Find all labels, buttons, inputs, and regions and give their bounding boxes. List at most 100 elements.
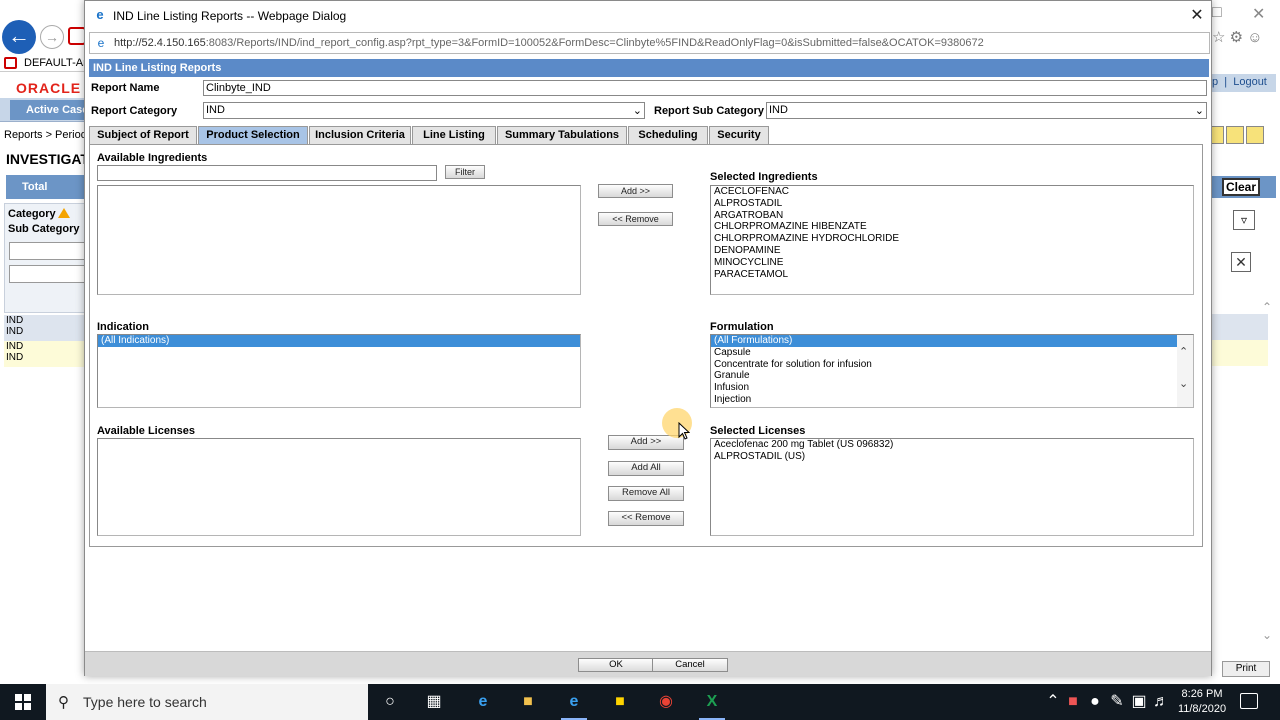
funnel-filter-icon[interactable]: ▿	[1233, 210, 1255, 230]
excel-icon[interactable]: X	[699, 690, 725, 720]
available-licenses-list[interactable]	[97, 438, 581, 536]
smiley-icon[interactable]: ☺	[1247, 29, 1262, 46]
print-button[interactable]: Print	[1222, 661, 1270, 677]
formulation-list[interactable]: (All Formulations) Capsule Concentrate f…	[710, 334, 1194, 408]
selected-licenses-label: Selected Licenses	[710, 425, 806, 437]
list-item[interactable]: CHLORPROMAZINE HYDROCHLORIDE	[711, 233, 1193, 245]
cortana-icon[interactable]: ○	[377, 690, 403, 714]
clear-filter-x-icon[interactable]: ✕	[1231, 252, 1251, 272]
selected-ingredients-list[interactable]: ACECLOFENAC ALPROSTADIL ARGATROBAN CHLOR…	[710, 185, 1194, 295]
favorites-star-icon[interactable]: ☆	[1212, 29, 1225, 46]
scroll-down-icon[interactable]: ⌄	[1262, 628, 1272, 642]
list-item[interactable]: Concentrate for solution for infusion	[711, 359, 1193, 371]
chevron-up-icon[interactable]: ⌃	[1179, 345, 1188, 358]
chevron-down-icon[interactable]: ⌄	[1179, 377, 1188, 390]
selected-licenses-list[interactable]: Aceclofenac 200 mg Tablet (US 096832) AL…	[710, 438, 1194, 536]
list-item[interactable]: ARGATROBAN	[711, 210, 1193, 222]
filter-button[interactable]: Filter	[445, 165, 485, 179]
back-arrow-icon[interactable]: ←	[2, 20, 36, 54]
scroll-up-icon[interactable]: ⌃	[1262, 300, 1272, 314]
list-item[interactable]: CHLORPROMAZINE HIBENZATE	[711, 221, 1193, 233]
category-filter-input[interactable]	[9, 242, 87, 260]
list-item[interactable]: ACECLOFENAC	[711, 186, 1193, 198]
list-icon[interactable]	[1246, 126, 1264, 144]
warning-triangle-icon	[58, 208, 70, 218]
clock-date: 11/8/2020	[1177, 703, 1227, 715]
dialog-title: IND Line Listing Reports -- Webpage Dial…	[113, 9, 347, 23]
file-explorer-icon[interactable]: ■	[515, 690, 541, 714]
taskbar-clock[interactable]: 8:26 PM 11/8/2020	[1176, 687, 1228, 717]
list-item[interactable]: (All Formulations)	[711, 335, 1177, 347]
indication-label: Indication	[97, 321, 149, 333]
chrome-icon[interactable]: ◉	[653, 690, 679, 714]
formulation-scrollbar[interactable]: ⌃ ⌄	[1177, 335, 1193, 407]
settings-gear-icon[interactable]: ⚙	[1230, 29, 1243, 46]
remove-all-licenses-button[interactable]: Remove All	[608, 486, 684, 501]
report-subcategory-select[interactable]: IND ⌄	[766, 102, 1207, 119]
cancel-button[interactable]: Cancel	[652, 658, 728, 672]
ie-icon: e	[96, 7, 104, 22]
internet-explorer-icon[interactable]: e	[561, 690, 587, 720]
report-category-select[interactable]: IND ⌄	[203, 102, 645, 119]
list-item[interactable]: MINOCYCLINE	[711, 257, 1193, 269]
logout-link[interactable]: Logout	[1233, 76, 1267, 88]
browser-tab[interactable]: DEFAULT-Ar	[0, 54, 90, 72]
oracle-favicon-icon	[4, 57, 17, 69]
taskbar-search-box[interactable]: ⚲ Type here to search	[46, 684, 368, 720]
minimize-icon[interactable]: □	[1212, 4, 1222, 22]
ingredient-search-input[interactable]	[97, 165, 437, 181]
list-item[interactable]: Granule	[711, 370, 1193, 382]
dialog-titlebar: e IND Line Listing Reports -- Webpage Di…	[85, 1, 1211, 31]
remove-ingredient-button[interactable]: << Remove	[598, 212, 673, 226]
window-close-icon[interactable]: ✕	[1252, 4, 1265, 24]
ok-button[interactable]: OK	[578, 658, 654, 672]
list-item[interactable]: Capsule	[711, 347, 1193, 359]
list-item[interactable]: PARACETAMOL	[711, 269, 1193, 281]
chevron-down-icon: ⌄	[632, 105, 642, 117]
search-icon: ⚲	[58, 694, 69, 711]
tab-inclusion-criteria[interactable]: Inclusion Criteria	[309, 126, 411, 144]
browser-tab-title: DEFAULT-Ar	[24, 57, 87, 69]
taskbar-search-placeholder: Type here to search	[83, 694, 207, 710]
add-ingredient-button[interactable]: Add >>	[598, 184, 673, 198]
page-title: INVESTIGAT	[6, 151, 89, 167]
volume-icon[interactable]: ♬	[1148, 690, 1174, 714]
dialog-close-icon[interactable]: ✕	[1185, 5, 1209, 27]
list-item[interactable]: Injection	[711, 394, 1193, 406]
list-item[interactable]: ALPROSTADIL (US)	[711, 451, 1193, 463]
task-view-icon[interactable]: ▦	[421, 690, 447, 714]
tab-subject-of-report[interactable]: Subject of Report	[89, 126, 197, 144]
help-link[interactable]: p	[1212, 76, 1218, 88]
forward-arrow-icon[interactable]: →	[40, 25, 64, 49]
tab-security[interactable]: Security	[709, 126, 769, 144]
tab-product-selection[interactable]: Product Selection	[198, 126, 308, 144]
list-item[interactable]: DENOPAMINE	[711, 245, 1193, 257]
edge-icon[interactable]: e	[470, 690, 496, 714]
list-item[interactable]: (All Indications)	[98, 335, 580, 347]
sticky-notes-icon[interactable]: ■	[607, 690, 633, 714]
active-case-tab[interactable]: Active Case	[10, 100, 90, 120]
tab-summary-tabulations[interactable]: Summary Tabulations	[497, 126, 627, 144]
clear-button[interactable]: Clear	[1222, 178, 1260, 196]
notification-center-icon[interactable]	[1240, 693, 1258, 709]
table-row[interactable]: IND IND	[4, 341, 86, 367]
windows-logo-icon	[15, 694, 31, 710]
category-column-label[interactable]: Category	[8, 208, 56, 220]
dialog-section-header: IND Line Listing Reports	[89, 59, 1209, 77]
list-item[interactable]: ALPROSTADIL	[711, 198, 1193, 210]
folder-icon[interactable]	[1226, 126, 1244, 144]
subcategory-filter-input[interactable]	[9, 265, 87, 283]
list-item[interactable]: Infusion	[711, 382, 1193, 394]
available-ingredients-list[interactable]	[97, 185, 581, 295]
tab-scheduling[interactable]: Scheduling	[628, 126, 708, 144]
report-name-input[interactable]: Clinbyte_IND	[203, 80, 1207, 96]
add-all-licenses-button[interactable]: Add All	[608, 461, 684, 476]
start-button[interactable]	[0, 684, 46, 720]
indication-list[interactable]: (All Indications)	[97, 334, 581, 408]
dialog-address-bar[interactable]: e http://52.4.150.165:8083/Reports/IND/i…	[89, 32, 1210, 54]
table-row[interactable]: IND IND	[4, 315, 86, 341]
tab-line-listing[interactable]: Line Listing	[412, 126, 496, 144]
list-item[interactable]: Aceclofenac 200 mg Tablet (US 096832)	[711, 439, 1193, 451]
total-number-bar: Total Numbe	[6, 175, 86, 217]
remove-license-button[interactable]: << Remove	[608, 511, 684, 526]
